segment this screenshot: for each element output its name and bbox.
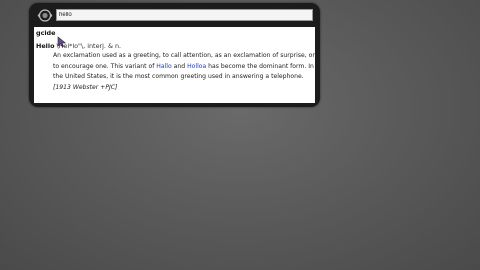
link-hallo[interactable]: Hallo bbox=[156, 63, 171, 70]
database-label: gcide bbox=[36, 29, 56, 37]
definition-part-2: and bbox=[171, 62, 188, 70]
dictionary-app-icon[interactable] bbox=[37, 9, 53, 22]
headword: Hello bbox=[36, 42, 55, 50]
pronunciation: \Hel*lo"\, bbox=[56, 42, 86, 50]
part-of-speech: interj. & n. bbox=[87, 42, 122, 50]
source-citation: [1913 Webster +PJC] bbox=[53, 83, 118, 91]
search-input[interactable] bbox=[56, 9, 313, 21]
dictionary-window: gcide Hello \Hel*lo"\, interj. & n. An e… bbox=[29, 3, 320, 107]
definition-text: An exclamation used as a greeting, to ca… bbox=[53, 51, 315, 93]
definition-panel: gcide Hello \Hel*lo"\, interj. & n. An e… bbox=[34, 27, 315, 103]
link-holloa[interactable]: Holloa bbox=[187, 63, 206, 70]
entry-header: Hello \Hel*lo"\, interj. & n. bbox=[36, 42, 121, 50]
